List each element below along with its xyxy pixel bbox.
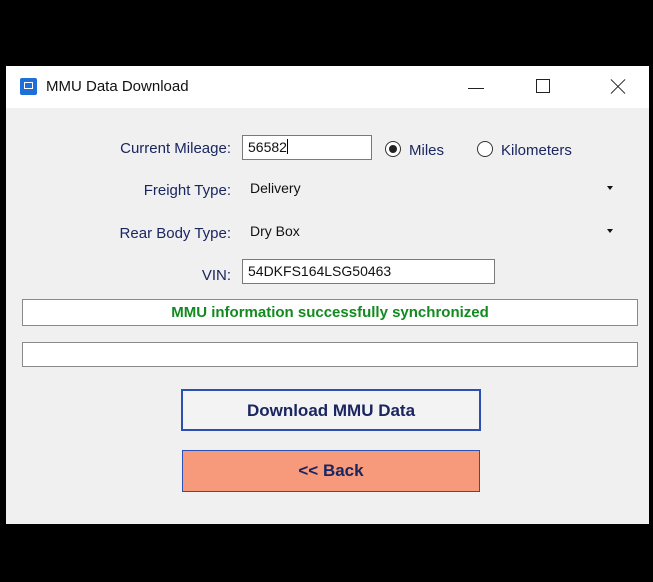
mileage-label: Current Mileage: [120,140,231,157]
rear-body-type-value: Dry Box [250,223,300,239]
freight-type-value: Delivery [250,180,301,196]
mileage-field[interactable]: 56582 [242,135,372,160]
mileage-value: 56582 [248,139,287,155]
status-message: MMU information successfully synchronize… [171,304,489,321]
dropdown-arrow-icon [607,186,613,190]
vin-value: 54DKFS164LSG50463 [248,263,392,279]
miles-radio-label: Miles [409,142,445,159]
vin-field[interactable]: 54DKFS164LSG50463 [242,259,495,284]
text-caret [286,139,288,154]
window-title: MMU Data Download [46,78,189,95]
back-button[interactable]: << Back [182,450,480,492]
mmu-download-window: MMU Data Download Current Mileage: 56582… [6,66,649,524]
rear-body-type-label: Rear Body Type: [119,225,231,242]
progress-box [22,342,638,367]
kilometers-radio[interactable] [477,141,493,157]
rear-body-type-select[interactable]: Dry Box [242,217,620,245]
app-icon [20,78,37,95]
freight-type-label: Freight Type: [143,182,231,199]
maximize-icon[interactable] [520,66,566,108]
dropdown-arrow-icon [607,229,613,233]
vin-label: VIN: [201,267,231,284]
miles-radio[interactable] [385,141,401,157]
freight-type-select[interactable]: Delivery [242,174,620,202]
minimize-icon[interactable] [452,66,498,108]
title-bar: MMU Data Download [6,66,649,108]
kilometers-radio-label: Kilometers [501,142,572,159]
download-mmu-data-button[interactable]: Download MMU Data [181,389,481,431]
close-icon[interactable] [596,66,642,108]
status-message-box: MMU information successfully synchronize… [22,299,638,326]
